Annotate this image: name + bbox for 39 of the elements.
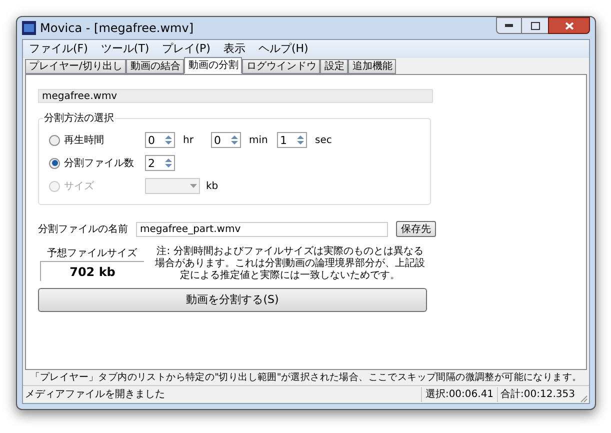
menu-item[interactable]: ヘルプ(H) <box>258 40 308 58</box>
split-button[interactable]: 動画を分割する(S) <box>38 288 427 312</box>
unit-label: kb <box>206 180 218 194</box>
spin-box[interactable]: 1 <box>277 132 307 148</box>
radio-label: 分割ファイル数 <box>64 156 134 170</box>
tab[interactable]: 動画の結合 <box>126 59 184 74</box>
estimate-label: 予想ファイルサイズ <box>47 246 137 261</box>
spin-box[interactable]: 0 <box>145 132 175 148</box>
window-title: Movica - [megafree.wmv] <box>40 20 194 37</box>
radio-label: サイズ <box>64 180 94 194</box>
spin-box[interactable]: 2 <box>145 155 175 171</box>
status-message: メディアファイルを開きました <box>24 388 166 402</box>
menu-item[interactable]: 表示 <box>223 40 246 58</box>
tab[interactable]: 設定 <box>320 59 348 74</box>
tab[interactable]: 動画の分割 <box>184 57 242 74</box>
output-name-field[interactable]: megafree_part.wmv <box>136 222 388 236</box>
output-name-label: 分割ファイルの名前 <box>38 222 128 236</box>
save-location-button[interactable]: 保存先 <box>396 221 436 237</box>
spin-value: 0 <box>147 134 156 146</box>
spin-value: 1 <box>279 134 288 146</box>
spin-box[interactable]: 0 <box>211 132 241 148</box>
file-name-field[interactable]: megafree.wmv <box>38 89 433 103</box>
tab[interactable]: 追加機能 <box>348 59 396 74</box>
tab[interactable]: ログウインドウ <box>242 59 320 74</box>
radio-label: 再生時間 <box>64 134 104 148</box>
total-time: 合計:00:12.353 <box>496 387 578 402</box>
unit-label: hr <box>183 134 194 148</box>
spin-value: 2 <box>147 158 156 168</box>
unit-label: min <box>249 134 269 148</box>
tab[interactable]: プレイヤー/切り出し <box>25 59 126 74</box>
estimate-value: 702 kb <box>70 264 116 280</box>
menu-item[interactable]: ツール(T) <box>100 40 150 58</box>
spin-value: 0 <box>213 134 222 146</box>
menu-item[interactable]: ファイル(F) <box>29 40 88 58</box>
selection-time: 選択:00:06.41 <box>421 387 497 402</box>
hint-text: 「プレイヤー」タブ内のリストから特定の"切り出し範囲"が選択された場合、ここでスキップ間隔の微調整が可能になります。 <box>29 371 583 385</box>
unit-label: sec <box>315 134 333 148</box>
menu-item[interactable]: プレイ(P) <box>162 40 210 58</box>
note-text: 注: 分割時間およびファイルサイズは実際のものとは異なる場合があります。これは分割動画の論理境界部分が、上記設定による推定値と実際には一致しないためです。 <box>154 246 426 282</box>
